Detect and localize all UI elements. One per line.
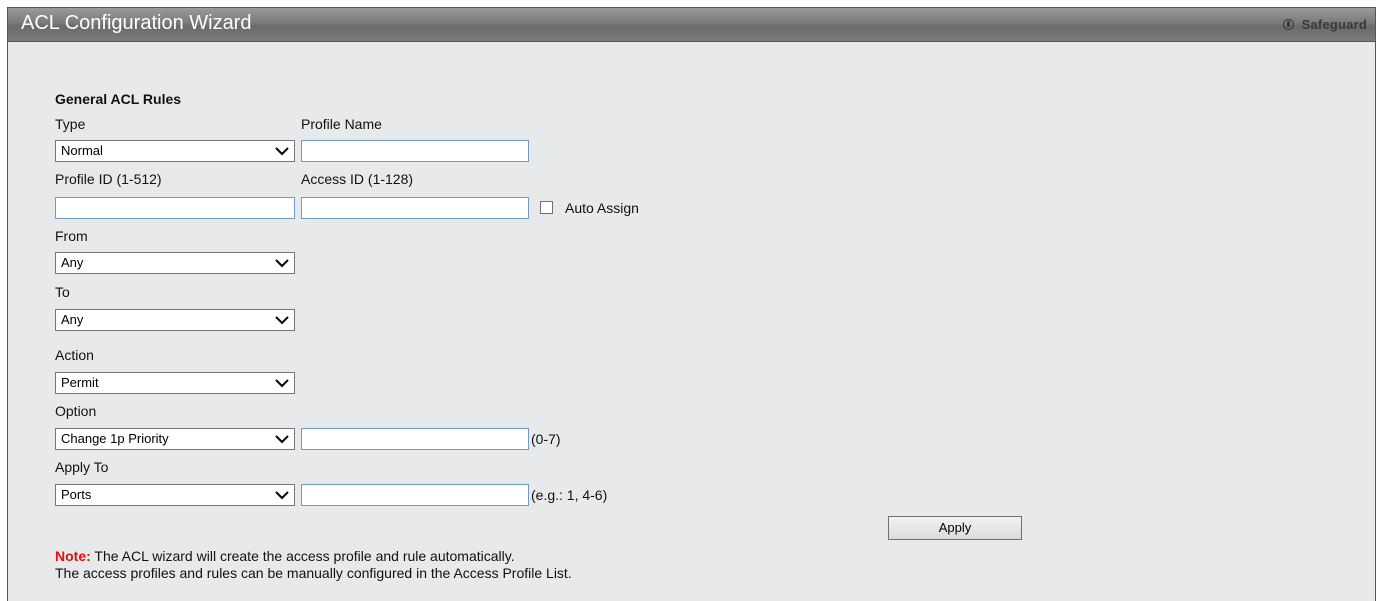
chevron-down-icon [275,491,289,500]
section-title: General ACL Rules [55,91,182,107]
profile-name-input[interactable] [301,140,529,162]
auto-assign-checkbox[interactable] [540,201,553,214]
option-label: Option [55,403,97,419]
type-label: Type [55,116,86,132]
profile-name-label: Profile Name [301,116,382,132]
to-label: To [55,284,70,300]
to-select-value: Any [61,312,84,327]
chevron-down-icon [275,316,289,325]
option-hint: (0-7) [531,431,561,447]
access-id-label: Access ID (1-128) [301,171,414,187]
access-id-input[interactable] [301,197,529,219]
apply-to-select[interactable]: Ports [55,484,295,506]
chevron-down-icon [275,435,289,444]
page-title: ACL Configuration Wizard [21,12,252,34]
to-select[interactable]: Any [55,309,295,331]
title-bar: ACL Configuration Wizard Safeguard [8,7,1375,42]
option-select[interactable]: Change 1p Priority [55,428,295,450]
note-text-1: The ACL wizard will create the access pr… [90,548,515,564]
option-select-value: Change 1p Priority [61,431,169,446]
type-select[interactable]: Normal [55,140,295,162]
apply-to-hint: (e.g.: 1, 4-6) [531,487,608,503]
profile-id-input[interactable] [55,197,295,219]
action-select-value: Permit [61,375,99,390]
action-label: Action [55,347,94,363]
apply-to-label: Apply To [55,459,109,475]
chevron-down-icon [275,259,289,268]
note-line-2: The access profiles and rules can be man… [55,565,572,581]
apply-button[interactable]: Apply [888,516,1022,540]
profile-id-label: Profile ID (1-512) [55,171,162,187]
acl-wizard-panel: ACL Configuration Wizard Safeguard [7,7,1376,601]
safeguard-indicator[interactable]: Safeguard [1282,17,1367,32]
power-icon [1282,19,1294,30]
chevron-down-icon [275,147,289,156]
note-prefix: Note: [55,548,91,564]
auto-assign-label: Auto Assign [565,200,639,216]
safeguard-label: Safeguard [1301,17,1367,32]
from-label: From [55,228,88,244]
from-select[interactable]: Any [55,252,295,274]
apply-to-ports-input[interactable] [301,484,529,506]
from-select-value: Any [61,255,84,270]
apply-to-select-value: Ports [61,487,92,502]
chevron-down-icon [275,379,289,388]
type-select-value: Normal [61,143,103,158]
option-value-input[interactable] [301,428,529,450]
action-select[interactable]: Permit [55,372,295,394]
note-line-1: Note: The ACL wizard will create the acc… [55,548,515,564]
